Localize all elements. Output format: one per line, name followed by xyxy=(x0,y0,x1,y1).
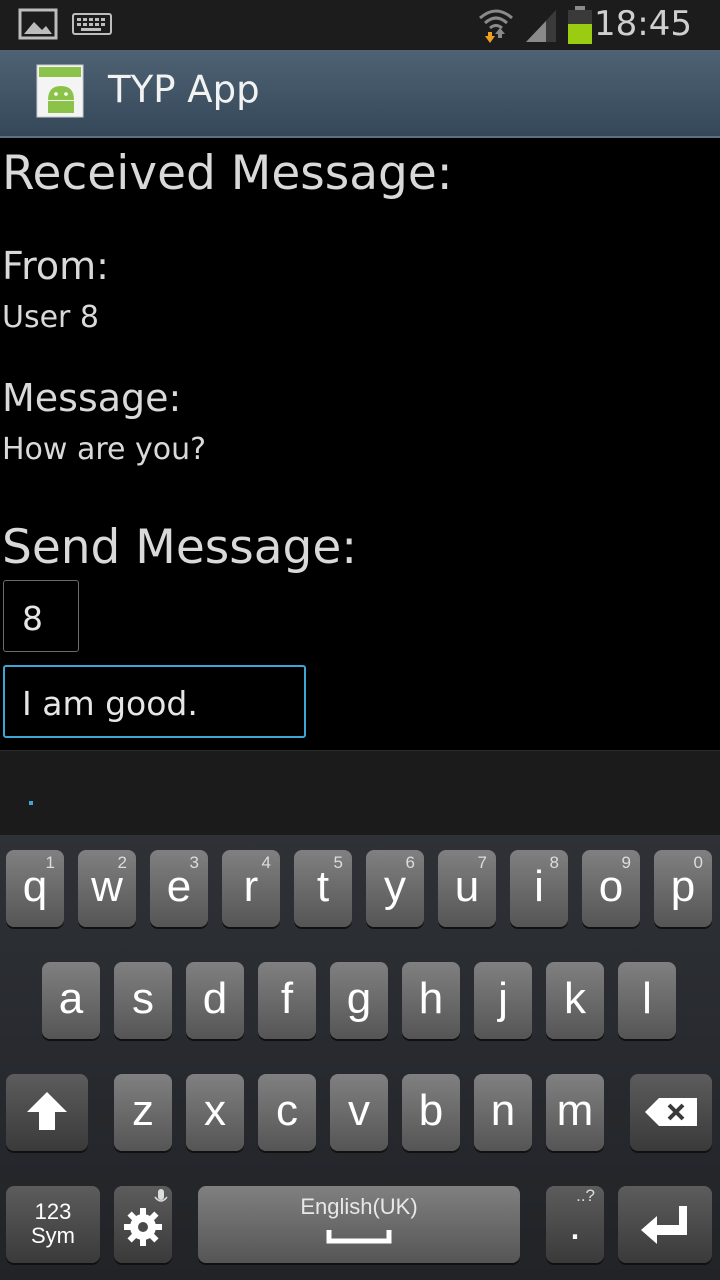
enter-key[interactable] xyxy=(618,1186,712,1263)
space-bar-icon xyxy=(326,1230,392,1244)
shift-key[interactable] xyxy=(6,1074,88,1151)
key-e[interactable]: 3e xyxy=(150,850,208,927)
key-v[interactable]: v xyxy=(330,1074,388,1151)
keyboard-notification-icon xyxy=(72,13,112,35)
message-label: Message: xyxy=(2,376,182,420)
suggestion-indicator xyxy=(29,801,33,805)
from-value: User 8 xyxy=(2,300,100,335)
shift-icon xyxy=(27,1092,67,1130)
app-title: TYP App xyxy=(108,68,260,111)
key-s[interactable]: s xyxy=(114,962,172,1039)
key-z[interactable]: z xyxy=(114,1074,172,1151)
key-r[interactable]: 4r xyxy=(222,850,280,927)
signal-icon xyxy=(526,10,556,42)
battery-icon xyxy=(568,6,592,44)
key-o[interactable]: 9o xyxy=(582,850,640,927)
suggestion-strip[interactable] xyxy=(0,750,720,836)
key-d[interactable]: d xyxy=(186,962,244,1039)
key-t[interactable]: 5t xyxy=(294,850,352,927)
settings-gear-icon xyxy=(124,1208,162,1246)
android-app-icon[interactable] xyxy=(36,64,86,118)
action-bar: TYP App xyxy=(0,50,720,138)
key-b[interactable]: b xyxy=(402,1074,460,1151)
key-u[interactable]: 7u xyxy=(438,850,496,927)
backspace-key[interactable] xyxy=(630,1074,712,1151)
key-g[interactable]: g xyxy=(330,962,388,1039)
status-bar: 18:45 xyxy=(0,0,720,50)
message-value: How are you? xyxy=(2,432,207,467)
period-key[interactable]: ..? . xyxy=(546,1186,604,1263)
key-x[interactable]: x xyxy=(186,1074,244,1151)
symbols-key[interactable]: 123 Sym xyxy=(6,1186,100,1263)
key-h[interactable]: h xyxy=(402,962,460,1039)
wifi-icon xyxy=(479,9,513,43)
key-k[interactable]: k xyxy=(546,962,604,1039)
recipient-input[interactable]: 8 xyxy=(3,580,79,652)
message-input[interactable]: I am good. xyxy=(3,665,306,738)
key-a[interactable]: a xyxy=(42,962,100,1039)
backspace-icon xyxy=(645,1098,697,1126)
received-heading: Received Message: xyxy=(2,146,453,201)
key-m[interactable]: m xyxy=(546,1074,604,1151)
key-i[interactable]: 8i xyxy=(510,850,568,927)
key-c[interactable]: c xyxy=(258,1074,316,1151)
key-p[interactable]: 0p xyxy=(654,850,712,927)
from-label: From: xyxy=(2,244,109,288)
key-l[interactable]: l xyxy=(618,962,676,1039)
space-key[interactable]: English(UK) xyxy=(198,1186,520,1263)
key-n[interactable]: n xyxy=(474,1074,532,1151)
send-heading: Send Message: xyxy=(2,520,358,575)
keyboard: 1q 2w 3e 4r 5t 6y 7u 8i 9o 0p a s d f g … xyxy=(0,835,720,1280)
gallery-notification-icon xyxy=(18,8,58,40)
key-q[interactable]: 1q xyxy=(6,850,64,927)
clock: 18:45 xyxy=(594,4,692,44)
key-w[interactable]: 2w xyxy=(78,850,136,927)
enter-icon xyxy=(641,1206,687,1244)
key-y[interactable]: 6y xyxy=(366,850,424,927)
settings-key[interactable] xyxy=(114,1186,172,1263)
key-j[interactable]: j xyxy=(474,962,532,1039)
mic-icon xyxy=(154,1189,168,1202)
key-f[interactable]: f xyxy=(258,962,316,1039)
